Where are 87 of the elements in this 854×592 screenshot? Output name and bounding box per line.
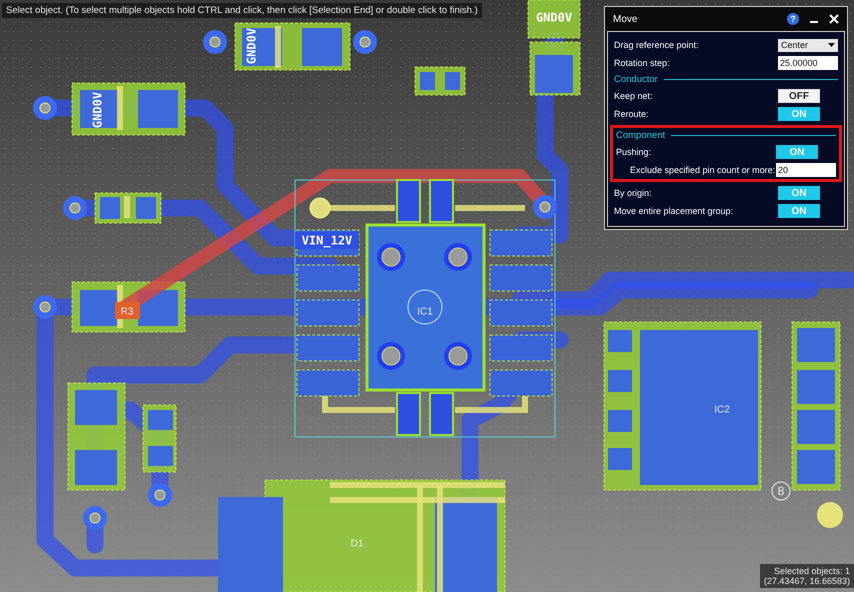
- marker-label: 8: [778, 484, 784, 498]
- caret-icon: [828, 43, 835, 47]
- field-label: Keep net:: [614, 91, 653, 101]
- copper-pad: [75, 450, 117, 485]
- field-label: Drag reference point:: [614, 40, 699, 50]
- via: [444, 342, 472, 370]
- copper-pad: [75, 390, 117, 425]
- via: [63, 196, 87, 220]
- copper-pad: [138, 90, 178, 128]
- copper-pad: [296, 370, 360, 396]
- silkscreen-line: [455, 205, 525, 211]
- footprint-outline: [528, 0, 580, 38]
- copper-pad: [429, 392, 454, 436]
- via: [83, 506, 107, 530]
- copper-pad: [296, 334, 360, 362]
- section-heading: Component: [616, 130, 666, 141]
- close-icon[interactable]: [829, 14, 839, 24]
- net-label: GND0V: [90, 92, 104, 128]
- field-label: Move entire placement group:: [614, 206, 734, 216]
- silkscreen-line: [330, 205, 395, 211]
- help-button[interactable]: ?: [787, 13, 799, 25]
- copper-pad: [490, 300, 552, 326]
- reference-label: IC1: [417, 306, 433, 318]
- copper-pad: [490, 334, 552, 362]
- copper-pad: [100, 197, 120, 219]
- input-field[interactable]: 20: [776, 163, 836, 177]
- via: [203, 30, 227, 54]
- via: [33, 96, 57, 120]
- field-label: Exclude specified pin count or more:: [629, 165, 776, 175]
- copper-pad: [148, 446, 173, 466]
- reference-label: D1: [350, 538, 364, 550]
- dropdown[interactable]: Center: [778, 38, 838, 52]
- silkscreen-line: [275, 26, 281, 68]
- copper-pad: [396, 392, 421, 436]
- net-label: GND0V: [244, 28, 258, 64]
- copper-pad: [302, 28, 342, 66]
- copper-pad: [296, 264, 360, 292]
- copper-pad: [80, 290, 118, 326]
- copper-pad: [490, 230, 552, 256]
- via: [444, 243, 472, 271]
- copper-pad: [136, 197, 156, 219]
- dialog-title: Move: [613, 14, 638, 24]
- copper-pad: [490, 264, 552, 292]
- net-label: GND0V: [536, 10, 572, 24]
- field-label: Reroute:: [614, 109, 649, 119]
- copper-pad: [797, 370, 835, 404]
- field-label: By origin:: [614, 188, 652, 198]
- via: [533, 195, 557, 219]
- copper-pad: [148, 410, 173, 430]
- silkscreen-line: [117, 86, 123, 130]
- via: [310, 198, 330, 218]
- via: [353, 30, 377, 54]
- copper-pad: [797, 410, 835, 444]
- component-origin: [408, 290, 442, 324]
- silkscreen-line: [124, 196, 130, 218]
- reference-label: IC2: [714, 404, 730, 416]
- via: [377, 243, 405, 271]
- copper-pad: [608, 330, 632, 352]
- field-label: Rotation step:: [614, 58, 670, 68]
- copper-pad: [797, 328, 835, 362]
- copper-pad: [608, 448, 632, 470]
- copper-pad: [797, 450, 835, 484]
- input-field[interactable]: 25.00000: [778, 56, 838, 70]
- copper-pad: [535, 55, 573, 93]
- marker-ring: [772, 482, 790, 500]
- copper-pad: [80, 90, 118, 128]
- via: [377, 342, 405, 370]
- via: [148, 483, 172, 507]
- via: [817, 502, 843, 528]
- status-text: Selected objects: 1: [774, 566, 850, 576]
- reference-label: R3: [115, 302, 140, 319]
- section-heading: Conductor: [614, 74, 658, 85]
- coordinates-text: (27.43467, 16.66583): [764, 576, 850, 586]
- copper-trace: [512, 332, 568, 348]
- copper-pad: [396, 179, 421, 223]
- copper-pad: [490, 370, 552, 396]
- copper-pad: [608, 370, 632, 392]
- copper-pad: [296, 300, 360, 326]
- copper-pad: [608, 410, 632, 432]
- net-label: VIN_12V: [295, 232, 359, 249]
- copper-pad: [445, 72, 460, 90]
- copper-pad: [420, 72, 435, 90]
- via: [33, 295, 57, 319]
- copper-pad: [429, 179, 454, 223]
- toggle-switch[interactable]: OFF: [778, 89, 820, 103]
- instruction-text: Select object. (To select multiple objects hold CTRL and click, then click [Selection End] or double click to finish.): [2, 3, 482, 18]
- field-label: Pushing:: [616, 147, 652, 157]
